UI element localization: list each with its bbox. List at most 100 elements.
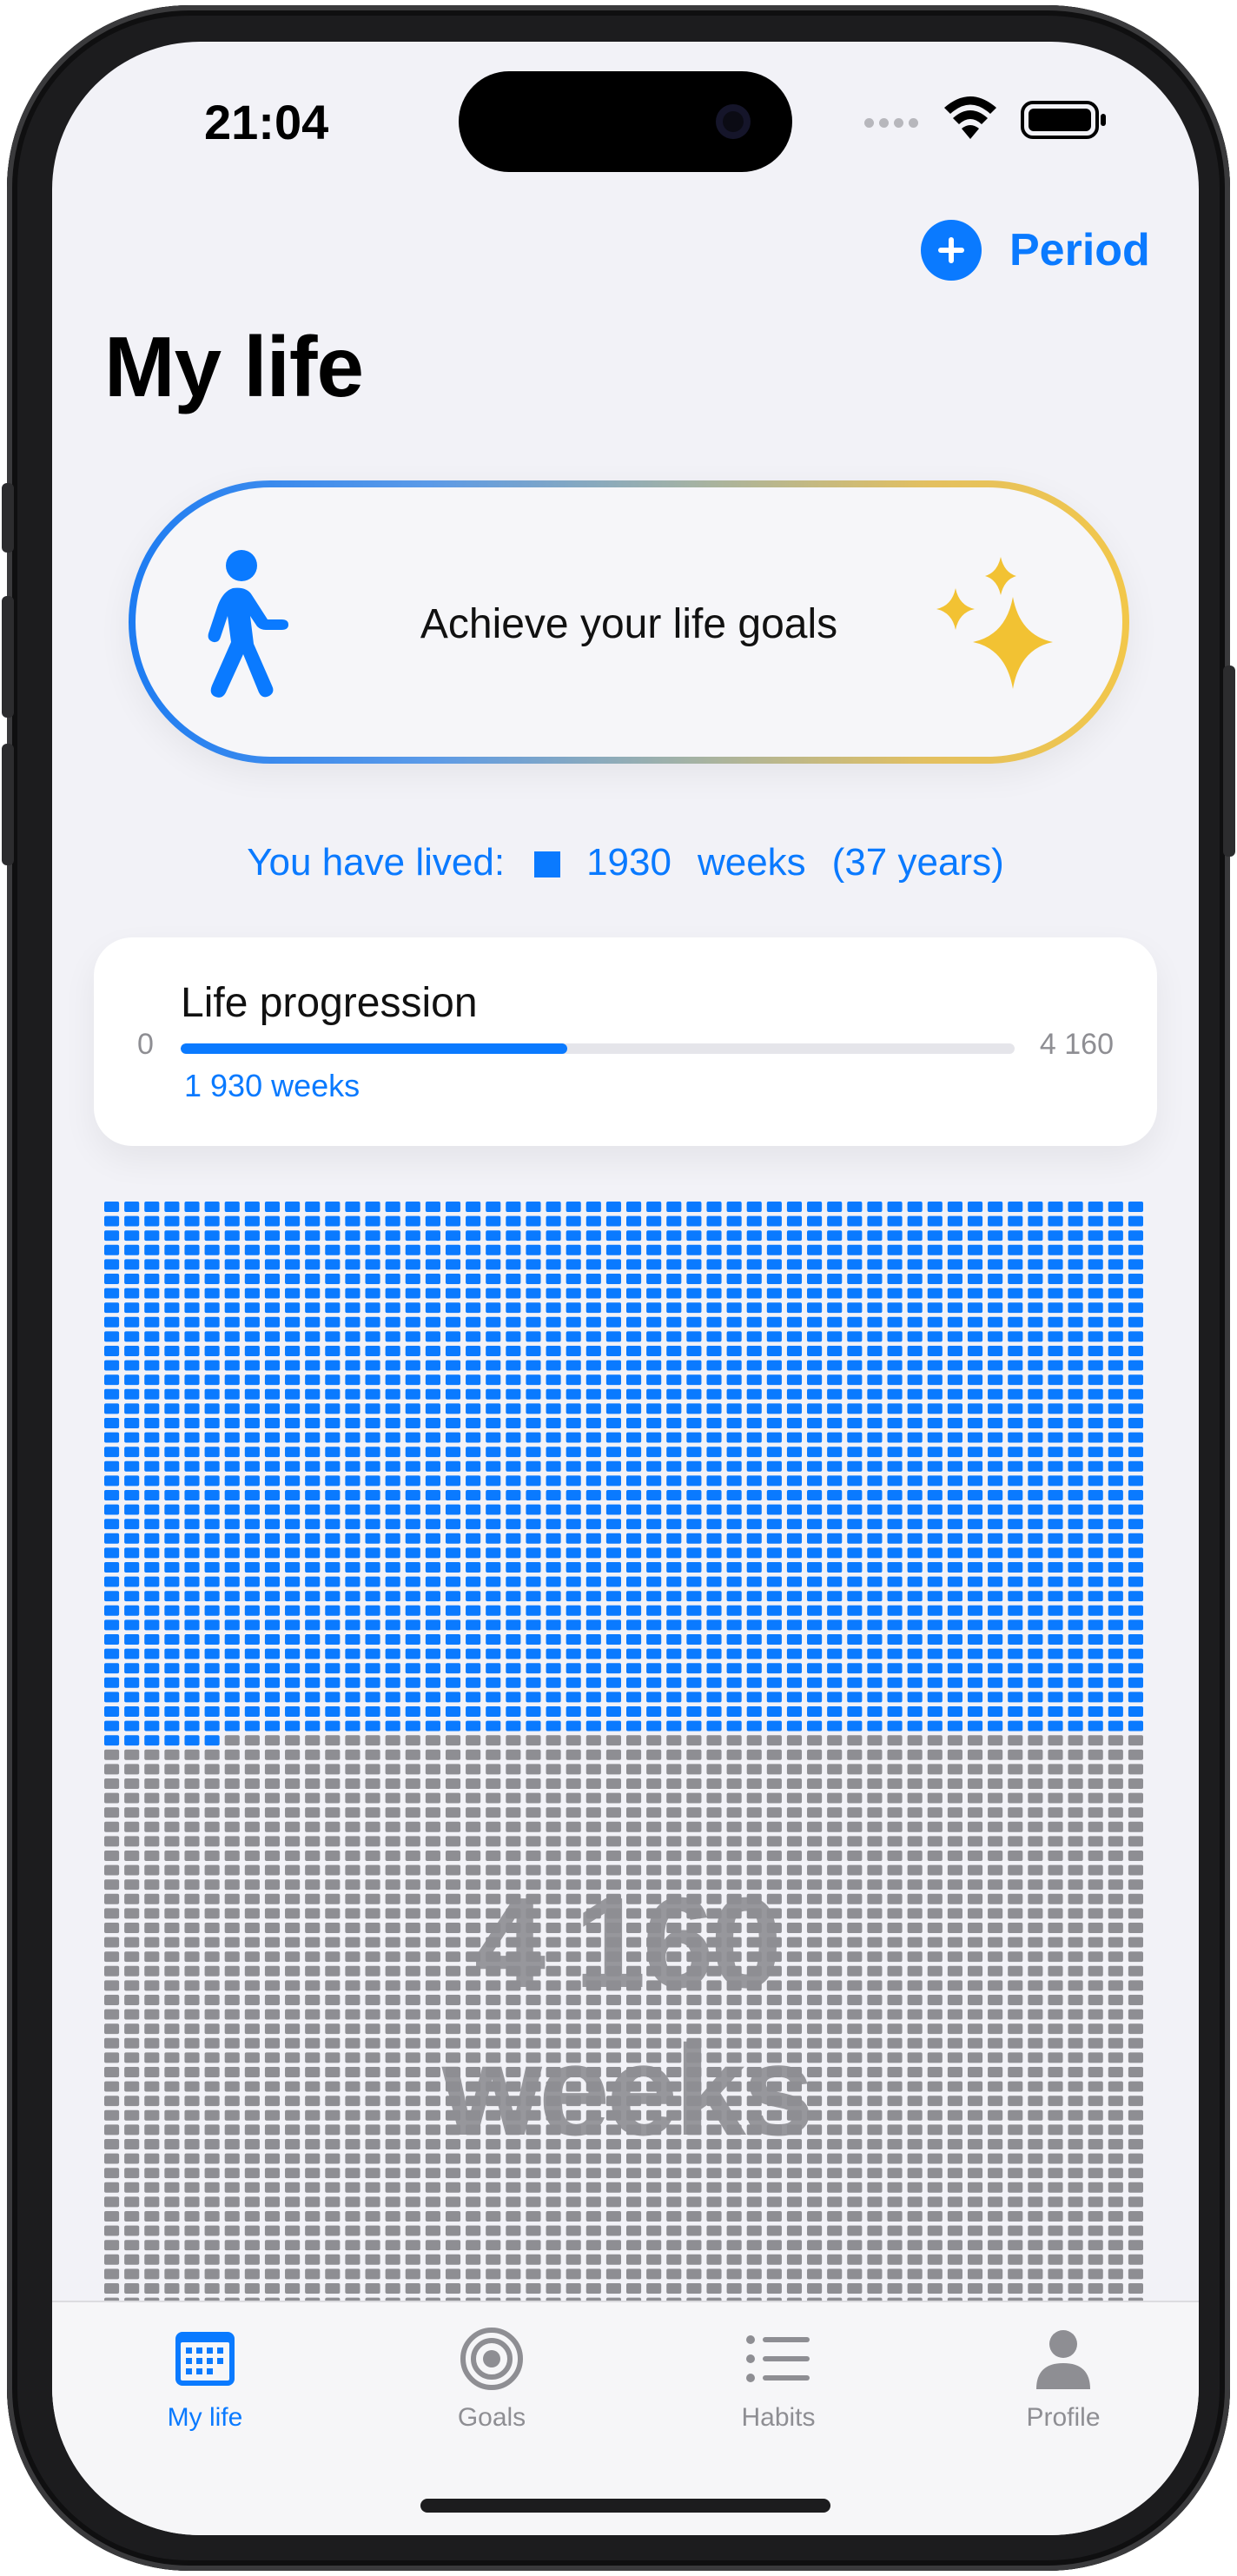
week-remaining xyxy=(847,2196,863,2208)
week-lived xyxy=(526,1634,541,1645)
week-lived xyxy=(104,1274,120,1284)
week-remaining xyxy=(1088,2168,1103,2179)
week-lived xyxy=(1088,1576,1103,1587)
week-lived xyxy=(746,1519,762,1530)
week-lived xyxy=(305,1663,321,1674)
week-lived xyxy=(325,1432,341,1443)
wifi-icon xyxy=(944,96,996,139)
week-remaining xyxy=(325,2268,341,2280)
week-lived xyxy=(746,1692,762,1703)
week-remaining xyxy=(827,1864,843,1876)
week-remaining xyxy=(1008,2240,1023,2251)
week-remaining xyxy=(1048,2225,1063,2236)
week-remaining xyxy=(365,1864,380,1876)
week-remaining xyxy=(224,2182,240,2193)
week-lived xyxy=(988,1619,1003,1631)
week-remaining xyxy=(466,1851,481,1861)
week-lived xyxy=(666,1418,682,1428)
week-remaining xyxy=(967,1807,983,1818)
week-lived xyxy=(124,1720,140,1732)
week-lived xyxy=(526,1677,541,1688)
week-remaining xyxy=(807,2168,823,2179)
week-remaining xyxy=(766,2168,782,2179)
week-lived xyxy=(927,1302,943,1314)
week-lived xyxy=(1108,1663,1123,1674)
week-lived xyxy=(204,1677,220,1688)
week-remaining xyxy=(626,1778,642,1789)
week-lived xyxy=(285,1215,301,1227)
week-remaining xyxy=(626,2182,642,2193)
week-lived xyxy=(385,1648,400,1659)
week-lived xyxy=(686,1504,702,1515)
week-lived xyxy=(867,1244,883,1255)
week-remaining xyxy=(305,1749,321,1760)
tab-my-life[interactable]: My life xyxy=(118,2320,292,2433)
week-lived xyxy=(887,1663,903,1674)
week-lived xyxy=(405,1215,420,1227)
week-lived xyxy=(786,1202,803,1212)
week-lived xyxy=(184,1202,200,1212)
week-lived xyxy=(204,1591,220,1602)
week-lived xyxy=(184,1288,200,1299)
week-lived xyxy=(184,1316,200,1328)
week-lived xyxy=(566,1202,581,1212)
add-period-button[interactable]: Period xyxy=(921,215,1150,285)
week-lived xyxy=(967,1360,983,1371)
week-lived xyxy=(224,1244,240,1255)
week-lived xyxy=(264,1648,281,1659)
life-goals-banner[interactable]: Achieve your life goals xyxy=(129,480,1129,764)
lived-summary: You have lived: 1930 weeks (37 years) xyxy=(52,841,1199,884)
week-lived xyxy=(988,1692,1003,1703)
week-lived xyxy=(285,1447,301,1458)
tab-habits[interactable]: Habits xyxy=(691,2320,865,2433)
week-lived xyxy=(827,1316,843,1328)
week-remaining xyxy=(305,2254,321,2265)
week-lived xyxy=(1088,1388,1103,1400)
week-lived xyxy=(646,1346,662,1356)
week-lived xyxy=(144,1591,160,1602)
week-lived xyxy=(847,1418,863,1428)
week-lived xyxy=(827,1692,843,1703)
week-remaining xyxy=(1108,2196,1123,2208)
week-remaining xyxy=(104,1821,120,1832)
week-remaining xyxy=(988,1836,1003,1847)
week-lived xyxy=(144,1504,160,1515)
week-lived xyxy=(325,1605,341,1616)
week-remaining xyxy=(164,2168,180,2179)
week-remaining xyxy=(807,1864,823,1876)
tab-profile[interactable]: Profile xyxy=(976,2320,1150,2433)
week-lived xyxy=(1088,1720,1103,1732)
week-lived xyxy=(365,1706,380,1717)
week-lived xyxy=(184,1274,200,1284)
week-remaining xyxy=(566,1778,581,1789)
week-lived xyxy=(546,1533,561,1544)
week-lived xyxy=(706,1259,722,1270)
week-lived xyxy=(1068,1215,1083,1227)
week-lived xyxy=(385,1374,400,1386)
week-lived xyxy=(766,1274,782,1284)
week-lived xyxy=(927,1202,943,1212)
week-remaining xyxy=(566,1749,581,1760)
week-lived xyxy=(445,1432,461,1443)
week-remaining xyxy=(585,1807,601,1818)
week-lived xyxy=(947,1316,962,1328)
week-remaining xyxy=(385,1836,400,1847)
week-lived xyxy=(486,1360,501,1371)
week-lived xyxy=(164,1706,180,1717)
week-remaining xyxy=(526,2268,541,2280)
progress-min-label: 0 xyxy=(137,1028,154,1061)
week-lived xyxy=(224,1547,240,1559)
week-remaining xyxy=(827,1821,843,1832)
week-lived xyxy=(305,1576,321,1587)
week-lived xyxy=(807,1288,823,1299)
week-remaining xyxy=(546,1851,561,1861)
week-remaining xyxy=(706,2225,722,2236)
week-remaining xyxy=(947,2009,962,2020)
week-lived xyxy=(204,1259,220,1270)
week-remaining xyxy=(967,2182,983,2193)
week-lived xyxy=(585,1432,601,1443)
week-lived xyxy=(325,1346,341,1356)
week-remaining xyxy=(686,1778,702,1789)
tab-goals[interactable]: Goals xyxy=(405,2320,579,2433)
week-remaining xyxy=(927,2283,943,2294)
